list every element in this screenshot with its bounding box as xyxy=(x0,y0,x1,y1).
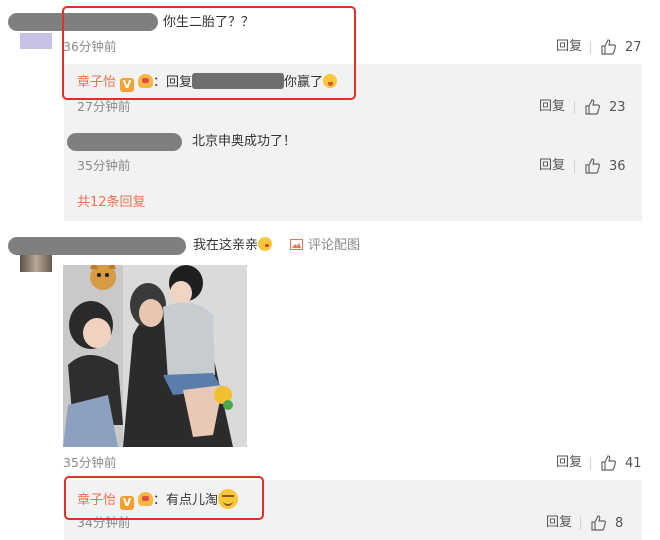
like-button[interactable]: 23 xyxy=(574,99,626,115)
divider xyxy=(590,456,591,470)
comment-image-link[interactable]: 评论配图 xyxy=(290,237,360,255)
reply-button[interactable]: 回复 xyxy=(539,98,565,116)
like-button[interactable]: 8 xyxy=(580,515,623,531)
like-count: 36 xyxy=(609,158,626,174)
reply-button[interactable]: 回复 xyxy=(556,454,582,472)
like-button[interactable]: 41 xyxy=(590,455,642,471)
image-icon xyxy=(290,239,303,250)
highlight-box xyxy=(64,476,264,520)
reply-time: 27分钟前 xyxy=(77,99,131,114)
reply-button[interactable]: 回复 xyxy=(556,38,582,56)
like-count: 8 xyxy=(615,515,624,531)
like-count: 23 xyxy=(609,99,626,115)
comment-text: 我在这亲亲 xyxy=(193,237,273,255)
like-button[interactable]: 27 xyxy=(590,39,642,55)
avatar[interactable] xyxy=(20,33,52,50)
comment-photo[interactable] xyxy=(63,265,247,447)
reply-text: 北京申奥成功了！ xyxy=(192,134,297,149)
replier-name-blurred[interactable] xyxy=(67,133,182,151)
like-count: 27 xyxy=(625,39,642,55)
thumbs-up-icon xyxy=(585,99,600,115)
commenter-name-blurred[interactable] xyxy=(8,237,186,255)
thumbs-up-icon xyxy=(591,515,606,531)
reply-time: 35分钟前 xyxy=(77,158,131,173)
avatar[interactable] xyxy=(20,255,52,272)
divider xyxy=(574,100,575,114)
more-replies-link[interactable]: 共12条回复 xyxy=(77,194,146,212)
divider xyxy=(574,159,575,173)
reply-button[interactable]: 回复 xyxy=(539,157,565,175)
reply-button[interactable]: 回复 xyxy=(546,514,572,532)
like-button[interactable]: 36 xyxy=(574,158,626,174)
thumbs-up-icon xyxy=(601,455,616,471)
highlight-box xyxy=(62,6,356,100)
kiss-emoji-icon xyxy=(258,237,273,251)
thumbs-up-icon xyxy=(601,39,616,55)
comment-time: 35分钟前 xyxy=(63,455,117,470)
divider xyxy=(590,40,591,54)
thumbs-up-icon xyxy=(585,158,600,174)
like-count: 41 xyxy=(625,455,642,471)
photo-illustration xyxy=(63,265,247,447)
divider xyxy=(580,516,581,530)
